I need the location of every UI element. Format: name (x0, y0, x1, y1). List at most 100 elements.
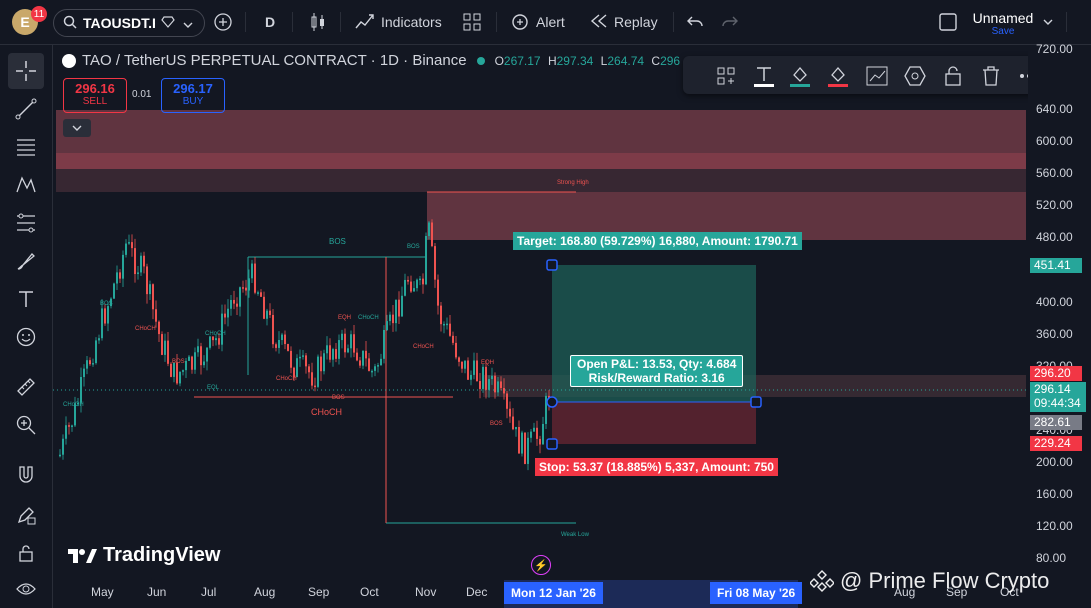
width-handle[interactable] (750, 396, 762, 408)
candle-body (350, 334, 352, 349)
candle-body (236, 303, 238, 307)
candle-body (467, 360, 469, 380)
measure-tool[interactable] (8, 369, 44, 405)
candle-body (356, 352, 358, 361)
candle-body (221, 313, 223, 345)
candle-body (188, 356, 190, 361)
replay-button[interactable]: Replay (590, 0, 658, 44)
fib-tool[interactable] (8, 129, 44, 165)
undo-button[interactable] (686, 0, 704, 44)
trash-icon[interactable] (980, 65, 1002, 87)
candle-body (335, 349, 337, 359)
stop-fill-color-icon[interactable] (827, 65, 849, 87)
zoom-tool[interactable] (8, 407, 44, 443)
candle-body (185, 360, 187, 371)
supply-zone-top[interactable] (56, 110, 1026, 153)
candle-body (101, 308, 103, 339)
brush-tool[interactable] (8, 243, 44, 279)
target-label[interactable]: Target: 168.80 (59.729%) 16,880, Amount:… (513, 232, 802, 250)
binance-logo-icon (810, 570, 834, 592)
pnl-label[interactable]: Open P&L: 13.53, Qty: 4.684 Risk/Reward … (570, 355, 744, 387)
candle-body (362, 350, 364, 366)
tradingview-logo-icon (68, 548, 97, 563)
chart-settings-icon[interactable] (866, 65, 888, 87)
replay-bolt-icon[interactable]: ⚡ (531, 555, 551, 575)
alarm-clock-icon (510, 11, 530, 34)
candle-body (179, 371, 181, 384)
interval-button[interactable]: D (265, 0, 275, 44)
candle-body (191, 356, 193, 370)
forecast-tool[interactable] (8, 205, 44, 241)
price-tag-red: 296.20 (1030, 366, 1082, 381)
price-axis[interactable]: 720.00640.00600.00560.00520.00480.00440.… (1028, 42, 1091, 608)
target-handle[interactable] (546, 259, 558, 271)
candle-body (170, 363, 172, 377)
symbol-search[interactable]: TAOUSDT.P (53, 9, 205, 37)
layout-menu-chevron[interactable] (1043, 0, 1053, 44)
undo-icon (687, 16, 703, 27)
stop-zone[interactable] (552, 402, 756, 444)
settings-hexagon-icon[interactable] (904, 65, 926, 87)
candle-body (65, 425, 67, 439)
stop-handle[interactable] (546, 438, 558, 450)
price-tick-label: 480.00 (1036, 230, 1073, 244)
candle-body (194, 352, 196, 370)
candle-body (395, 299, 397, 324)
price-chart[interactable]: Strong High Weak Low BOS BOS BOS CHoCH C… (53, 45, 1028, 580)
candle-body (104, 308, 106, 324)
notification-badge: 11 (31, 6, 47, 22)
stay-in-drawing-tool[interactable] (8, 497, 44, 533)
buy-button[interactable]: 296.17 BUY (161, 78, 225, 113)
candle-body (215, 338, 217, 341)
stop-price-tag: 229.24 (1030, 436, 1082, 451)
lock-icon[interactable] (942, 65, 964, 87)
trend-line-tool[interactable] (8, 91, 44, 127)
pattern-tool[interactable] (8, 167, 44, 203)
candle-body (254, 263, 256, 293)
text-tool[interactable] (8, 281, 44, 317)
candle-body (329, 345, 331, 360)
candle-body (365, 350, 367, 359)
supply-zone-light[interactable] (56, 169, 1026, 192)
pattern-icon (16, 176, 36, 193)
add-symbol-button[interactable] (213, 0, 233, 44)
supply-zone-band[interactable] (56, 153, 1026, 169)
emoji-tool[interactable] (8, 319, 44, 355)
candle-body (125, 243, 127, 255)
candle-body (527, 437, 529, 464)
layout-name-button[interactable]: Unnamed Save (970, 10, 1036, 37)
text-color-icon[interactable] (753, 65, 775, 87)
price-tick-label: 640.00 (1036, 102, 1073, 116)
magnet-tool[interactable] (8, 457, 44, 493)
indicators-button[interactable]: Indicators (355, 0, 442, 44)
legend-collapse-button[interactable] (63, 119, 91, 137)
last-price-tag: 296.14 09:44:34 (1030, 382, 1086, 412)
drag-grid-icon[interactable] (715, 65, 737, 87)
candle-body (404, 279, 406, 296)
redo-button[interactable] (721, 0, 739, 44)
chart-title[interactable]: TAO / TetherUS PERPETUAL CONTRACT · 1D ·… (82, 52, 467, 69)
crosshair-tool[interactable] (8, 53, 44, 89)
candle-body (461, 361, 463, 369)
fill-color-icon[interactable] (789, 65, 811, 87)
lock-drawings-tool[interactable] (8, 535, 44, 571)
eql-label: EQL (207, 385, 220, 391)
chart-pane[interactable]: Strong High Weak Low BOS BOS BOS CHoCH C… (53, 45, 1028, 580)
magnet-icon (19, 466, 33, 483)
candle-body (230, 299, 232, 309)
templates-button[interactable] (463, 0, 481, 44)
layout-toggle-button[interactable] (938, 0, 958, 44)
candle-body (317, 356, 319, 387)
stop-label[interactable]: Stop: 53.37 (18.885%) 5,337, Amount: 750 (535, 458, 778, 476)
hide-drawings-tool[interactable] (8, 571, 44, 607)
chart-type-button[interactable] (309, 0, 327, 44)
bos-label-sep: BOS (332, 395, 345, 401)
candle-body (152, 284, 154, 310)
candle-body (302, 355, 304, 357)
candle-body (347, 348, 349, 353)
price-tick-label: 600.00 (1036, 134, 1073, 148)
sell-button[interactable]: 296.16 SELL (63, 78, 127, 113)
candle-body (392, 314, 394, 324)
alert-button[interactable]: Alert (510, 0, 565, 44)
entry-handle[interactable] (546, 396, 558, 408)
